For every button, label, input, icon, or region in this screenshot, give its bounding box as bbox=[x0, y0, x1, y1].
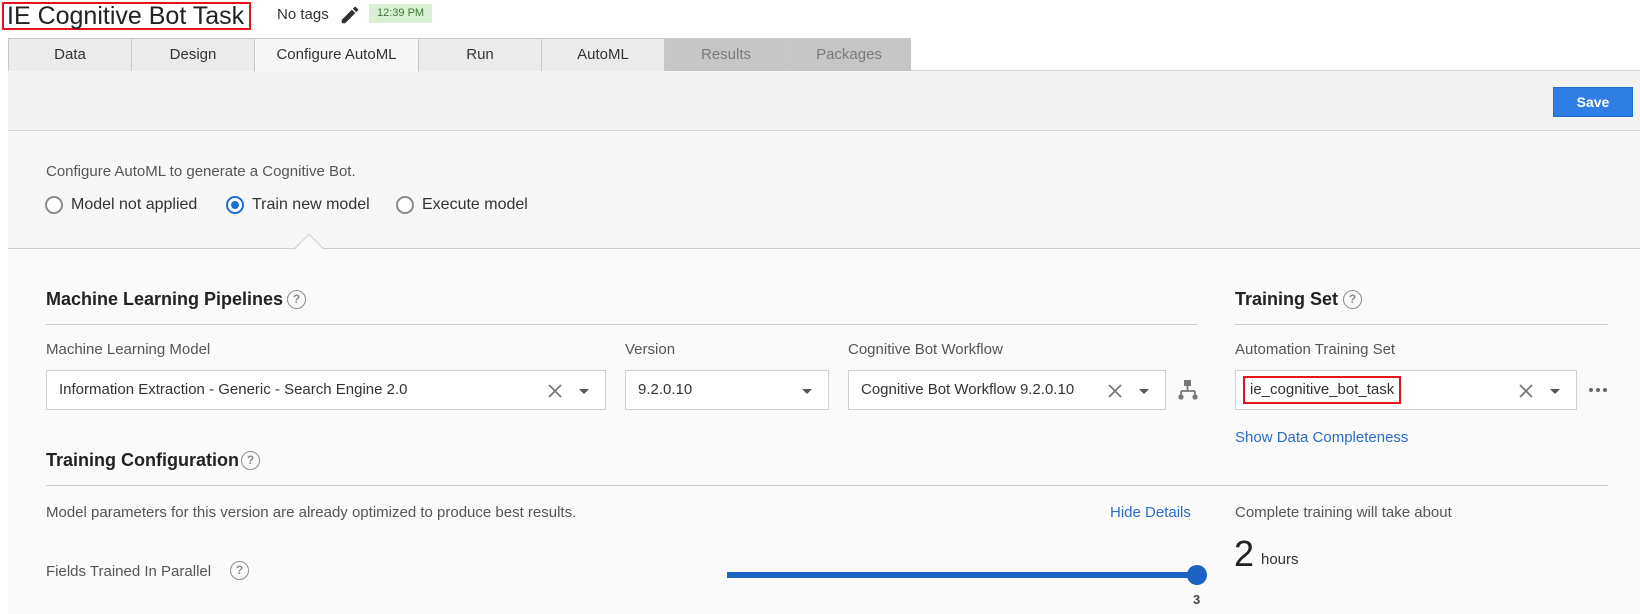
help-icon[interactable]: ? bbox=[287, 290, 306, 309]
radio-label: Model not applied bbox=[71, 196, 198, 213]
tab-configure-automl[interactable]: Configure AutoML bbox=[254, 38, 419, 72]
workflow-value: Cognitive Bot Workflow 9.2.0.10 bbox=[861, 381, 1075, 398]
training-config-description: Model parameters for this version are al… bbox=[46, 504, 577, 521]
help-icon[interactable]: ? bbox=[1343, 290, 1362, 309]
workflow-select[interactable]: Cognitive Bot Workflow 9.2.0.10 bbox=[848, 370, 1166, 410]
radio-train-new-model[interactable]: Train new model bbox=[226, 195, 370, 215]
more-options-icon[interactable] bbox=[1588, 380, 1608, 400]
model-label: Machine Learning Model bbox=[46, 341, 211, 358]
divider bbox=[1235, 324, 1608, 325]
config-panel bbox=[8, 131, 1640, 249]
workflow-label: Cognitive Bot Workflow bbox=[848, 341, 1003, 358]
toolbar bbox=[8, 70, 1640, 131]
pipelines-heading: Machine Learning Pipelines bbox=[46, 289, 284, 309]
divider bbox=[46, 485, 1608, 486]
radio-button[interactable] bbox=[45, 196, 63, 214]
tab-automl[interactable]: AutoML bbox=[541, 38, 665, 71]
estimate-number: 2 bbox=[1234, 533, 1255, 574]
hide-details-link[interactable]: Hide Details bbox=[1110, 504, 1191, 521]
radio-execute-model[interactable]: Execute model bbox=[396, 195, 528, 215]
help-icon[interactable]: ? bbox=[241, 451, 260, 470]
model-value: Information Extraction - Generic - Searc… bbox=[59, 381, 408, 398]
clear-icon[interactable] bbox=[1518, 383, 1534, 399]
radio-label: Execute model bbox=[422, 196, 528, 213]
training-config-heading: Training Configuration bbox=[46, 450, 239, 470]
pencil-icon[interactable] bbox=[339, 4, 361, 26]
chevron-down-icon[interactable] bbox=[1550, 389, 1560, 394]
training-set-heading: Training Set bbox=[1235, 289, 1339, 309]
page-title: IE Cognitive Bot Task bbox=[2, 2, 252, 30]
tab-packages: Packages bbox=[787, 38, 911, 71]
chevron-down-icon[interactable] bbox=[579, 389, 589, 394]
clear-icon[interactable] bbox=[547, 383, 563, 399]
tab-bar: Data Design Configure AutoML Run AutoML … bbox=[8, 38, 911, 72]
clear-icon[interactable] bbox=[1107, 383, 1123, 399]
chevron-down-icon[interactable] bbox=[802, 389, 812, 394]
radio-button[interactable] bbox=[396, 196, 414, 214]
fields-slider-track[interactable] bbox=[727, 572, 1197, 578]
show-data-completeness-link[interactable]: Show Data Completeness bbox=[1235, 429, 1408, 446]
version-label: Version bbox=[625, 341, 676, 358]
chevron-down-icon[interactable] bbox=[1139, 389, 1149, 394]
estimate-unit: hours bbox=[1261, 551, 1299, 568]
save-button[interactable]: Save bbox=[1553, 87, 1633, 117]
training-set-select[interactable]: ie_cognitive_bot_task bbox=[1235, 370, 1577, 410]
time-badge: 12:39 PM bbox=[369, 4, 433, 23]
help-icon[interactable]: ? bbox=[230, 561, 249, 580]
radio-label: Train new model bbox=[252, 196, 370, 213]
radio-button[interactable] bbox=[226, 196, 244, 214]
version-value: 9.2.0.10 bbox=[638, 381, 693, 398]
tab-design[interactable]: Design bbox=[131, 38, 255, 71]
version-select[interactable]: 9.2.0.10 bbox=[625, 370, 829, 410]
tab-run[interactable]: Run bbox=[418, 38, 542, 71]
config-description: Configure AutoML to generate a Cognitive… bbox=[46, 163, 356, 180]
divider bbox=[46, 324, 1197, 325]
tags-label: No tags bbox=[277, 6, 329, 23]
training-set-value: ie_cognitive_bot_task bbox=[1243, 376, 1402, 404]
fields-trained-label: Fields Trained In Parallel bbox=[46, 563, 212, 580]
tab-data[interactable]: Data bbox=[8, 38, 132, 71]
fields-slider-thumb[interactable] bbox=[1187, 565, 1207, 585]
estimate-label: Complete training will take about bbox=[1235, 504, 1452, 521]
model-select[interactable]: Information Extraction - Generic - Searc… bbox=[46, 370, 606, 410]
workflow-diagram-icon[interactable] bbox=[1176, 378, 1200, 402]
fields-slider-value: 3 bbox=[1193, 592, 1201, 607]
training-set-label: Automation Training Set bbox=[1235, 341, 1396, 358]
radio-model-not-applied[interactable]: Model not applied bbox=[45, 195, 197, 215]
tab-results: Results bbox=[664, 38, 788, 71]
